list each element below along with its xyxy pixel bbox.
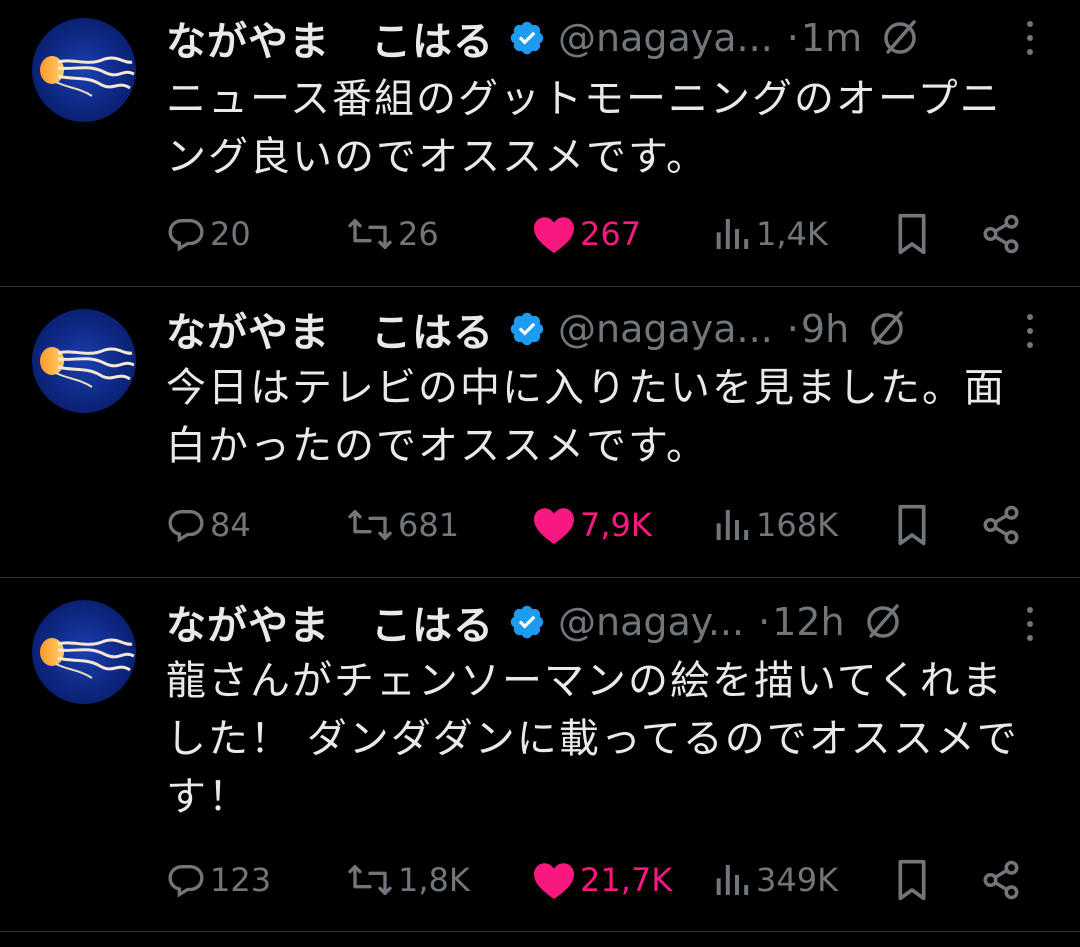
reply-button[interactable]: 123 xyxy=(166,850,271,910)
bookmark-icon xyxy=(898,859,926,901)
reply-button[interactable]: 20 xyxy=(166,204,251,264)
verified-badge-icon xyxy=(510,605,544,639)
jellyfish-avatar-image xyxy=(32,18,136,122)
bookmark-icon xyxy=(898,504,926,546)
repost-button[interactable]: 26 xyxy=(346,204,439,264)
reply-count: 84 xyxy=(210,506,251,544)
bookmark-button[interactable] xyxy=(892,204,932,264)
more-options-icon[interactable] xyxy=(1026,311,1034,351)
avatar[interactable] xyxy=(32,18,136,122)
avatar[interactable] xyxy=(32,600,136,704)
reply-icon xyxy=(168,219,204,252)
reply-count: 123 xyxy=(210,861,272,899)
action-bar: 20 26 267 1,4K xyxy=(166,204,1080,264)
tweet-text-line: 龍さんがチェンソーマンの絵を描いてくれま xyxy=(166,658,1004,704)
tweet-3[interactable]: ながやま こはる @nagay... · 12h 龍さんがチェンソーマンの絵を描… xyxy=(0,578,1080,932)
tweet-text: 今日はテレビの中に入りたいを見ました。面 白かったのでオススメです。 xyxy=(166,359,1040,475)
grok-icon[interactable] xyxy=(863,602,903,642)
repost-count: 681 xyxy=(398,506,460,544)
tweet-1[interactable]: ながやま こはる @nagaya... · 1m ニュース番組のグットモーニング… xyxy=(0,0,1080,287)
heart-icon xyxy=(534,217,574,254)
views-button[interactable]: 168K xyxy=(712,495,838,555)
views-button[interactable]: 349K xyxy=(712,850,838,910)
share-icon xyxy=(983,505,1019,545)
reply-count: 20 xyxy=(210,215,251,253)
views-count: 1,4K xyxy=(756,215,828,253)
reply-icon xyxy=(168,865,204,898)
views-icon xyxy=(716,865,749,895)
like-count: 21,7K xyxy=(580,861,673,899)
tweet-2[interactable]: ながやま こはる @nagaya... · 9h 今日はテレビの中に入りたいを見… xyxy=(0,287,1080,578)
grok-icon[interactable] xyxy=(880,18,920,58)
share-icon xyxy=(983,860,1019,900)
verified-badge-icon xyxy=(510,312,544,346)
share-button[interactable] xyxy=(980,495,1022,555)
author-handle[interactable]: @nagaya... xyxy=(558,16,773,60)
more-options-icon[interactable] xyxy=(1026,18,1034,58)
like-count: 7,9K xyxy=(580,506,652,544)
bookmark-icon xyxy=(898,213,926,255)
action-bar: 84 681 7,9K 168K xyxy=(166,495,1080,555)
like-button[interactable]: 7,9K xyxy=(532,495,652,555)
separator-dot: · xyxy=(786,307,799,351)
repost-button[interactable]: 1,8K xyxy=(346,850,470,910)
timestamp[interactable]: 9h xyxy=(801,307,849,351)
jellyfish-avatar-image xyxy=(32,600,136,704)
reply-icon xyxy=(168,510,204,543)
share-button[interactable] xyxy=(980,204,1022,264)
views-count: 349K xyxy=(756,861,839,899)
tweet-text-line: す！ xyxy=(166,774,250,820)
reply-button[interactable]: 84 xyxy=(166,495,251,555)
share-icon xyxy=(983,214,1019,254)
views-icon xyxy=(716,219,749,249)
author-handle[interactable]: @nagay... xyxy=(558,600,744,644)
share-button[interactable] xyxy=(980,850,1022,910)
tweet-text: ニュース番組のグットモーニングのオープニ ング良いのでオススメです。 xyxy=(166,70,1040,186)
like-count: 267 xyxy=(580,215,642,253)
repost-icon xyxy=(348,510,392,540)
separator-dot: · xyxy=(786,16,799,60)
tweet-text-line: した！ ダンダダンに載ってるのでオススメで xyxy=(166,716,1019,762)
author-handle[interactable]: @nagaya... xyxy=(558,307,773,351)
action-bar: 123 1,8K 21,7K 349K xyxy=(166,850,1080,910)
bookmark-button[interactable] xyxy=(892,850,932,910)
heart-icon xyxy=(534,863,574,900)
heart-icon xyxy=(534,508,574,545)
verified-badge-icon xyxy=(510,21,544,55)
repost-count: 26 xyxy=(398,215,439,253)
repost-icon xyxy=(348,865,392,895)
avatar[interactable] xyxy=(32,309,136,413)
more-options-icon[interactable] xyxy=(1026,604,1034,644)
like-button[interactable]: 267 xyxy=(532,204,641,264)
views-count: 168K xyxy=(756,506,839,544)
tweet-text-line: 白かったのでオススメです。 xyxy=(166,423,708,469)
repost-count: 1,8K xyxy=(398,861,470,899)
timestamp[interactable]: 12h xyxy=(772,600,844,644)
grok-icon[interactable] xyxy=(867,309,907,349)
tweet-text-line: ング良いのでオススメです。 xyxy=(166,134,708,180)
author-name[interactable]: ながやま こはる xyxy=(166,300,494,358)
jellyfish-avatar-image xyxy=(32,309,136,413)
like-button[interactable]: 21,7K xyxy=(532,850,672,910)
author-name[interactable]: ながやま こはる xyxy=(166,593,494,651)
views-icon xyxy=(716,510,749,540)
repost-button[interactable]: 681 xyxy=(346,495,459,555)
separator-dot: · xyxy=(758,600,771,644)
repost-icon xyxy=(348,219,392,249)
tweet-text-line: 今日はテレビの中に入りたいを見ました。面 xyxy=(166,365,1006,411)
tweet-text-line: ニュース番組のグットモーニングのオープニ xyxy=(166,76,1002,122)
tweet-text: 龍さんがチェンソーマンの絵を描いてくれま した！ ダンダダンに載ってるのでオスス… xyxy=(166,652,1040,826)
views-button[interactable]: 1,4K xyxy=(712,204,828,264)
author-name[interactable]: ながやま こはる xyxy=(166,9,494,67)
timestamp[interactable]: 1m xyxy=(801,16,862,60)
bookmark-button[interactable] xyxy=(892,495,932,555)
